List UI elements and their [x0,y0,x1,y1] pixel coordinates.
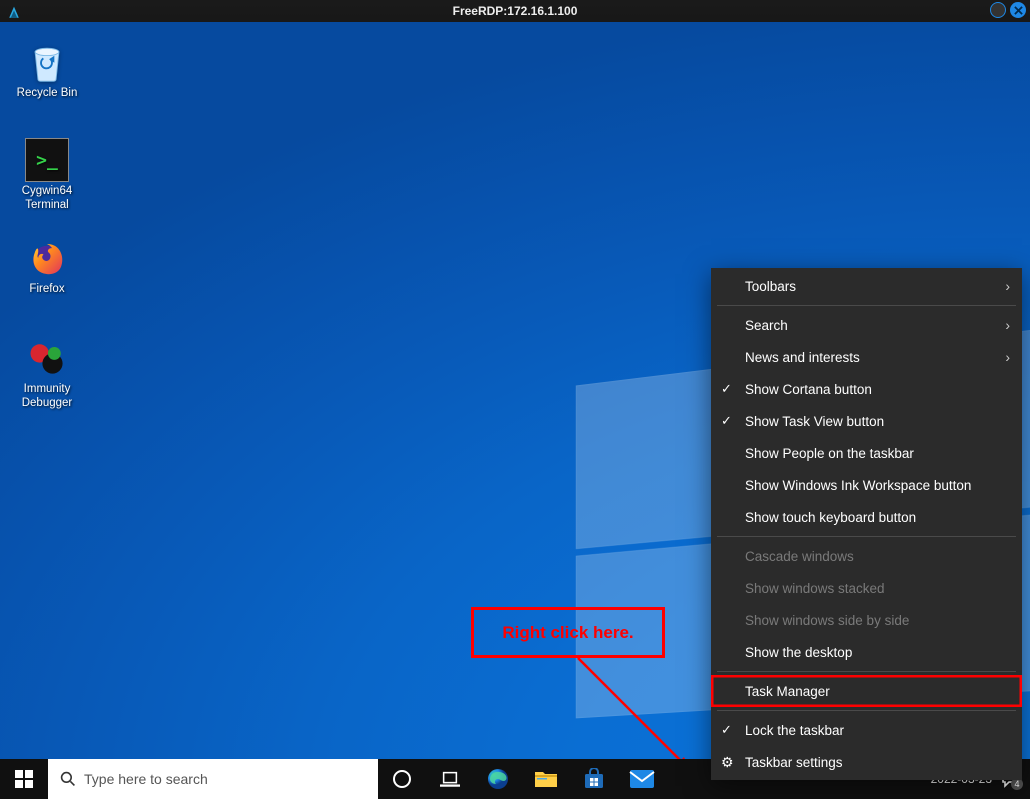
context-menu-item-label: Lock the taskbar [745,723,844,738]
freerdp-app-icon [4,1,24,21]
taskbar-pinned-apps [378,759,666,799]
context-menu-item-label: Show Windows Ink Workspace button [745,478,971,493]
context-menu-item-label: News and interests [745,350,860,365]
context-menu-item-task-manager[interactable]: Task Manager [711,675,1022,707]
context-menu-item-label: Cascade windows [745,549,854,564]
context-menu-separator [717,710,1016,711]
desktop-icon-label: Recycle Bin [17,86,78,100]
desktop-icon-label: Cygwin64 Terminal [9,184,85,213]
context-menu-item-show-windows-stacked: Show windows stacked [711,572,1022,604]
context-menu-item-label: Search [745,318,788,333]
context-menu-item-label: Show Task View button [745,414,884,429]
gear-icon: ⚙ [721,754,734,771]
mail-app[interactable] [618,759,666,799]
context-menu-item-news-and-interests[interactable]: News and interests › [711,341,1022,373]
context-menu-item-show-touch-keyboard-button[interactable]: Show touch keyboard button [711,501,1022,533]
firefox-icon [25,236,69,280]
chevron-right-icon: › [1005,349,1010,365]
taskbar-context-menu: Toolbars › Search › News and interests › ✓ Show… [711,268,1022,780]
context-menu-item-label: Show People on the taskbar [745,446,914,461]
check-icon: ✓ [721,722,732,738]
check-icon: ✓ [721,413,732,429]
context-menu-separator [717,305,1016,306]
context-menu-item-label: Show the desktop [745,645,852,660]
check-icon: ✓ [721,381,732,397]
start-button[interactable] [0,759,48,799]
immunity-icon [25,336,69,380]
chevron-right-icon: › [1005,317,1010,333]
context-menu-item-label: Show Cortana button [745,382,872,397]
file-explorer-app[interactable] [522,759,570,799]
search-icon [60,771,76,787]
context-menu-item-label: Task Manager [745,684,830,699]
microsoft-store-app[interactable] [570,759,618,799]
window-minimize-button[interactable] [990,2,1006,18]
search-placeholder: Type here to search [84,771,208,787]
context-menu-item-lock-the-taskbar[interactable]: ✓ Lock the taskbar [711,714,1022,746]
cygwin-icon: >_ [25,138,69,182]
desktop-icon-label: Firefox [29,282,64,296]
context-menu-item-label: Show windows stacked [745,581,885,596]
edge-app[interactable] [474,759,522,799]
context-menu-separator [717,671,1016,672]
context-menu-item-show-people-on-the-taskbar[interactable]: Show People on the taskbar [711,437,1022,469]
chevron-right-icon: › [1005,278,1010,294]
cortana-button[interactable] [378,759,426,799]
context-menu-item-show-cortana-button[interactable]: ✓ Show Cortana button [711,373,1022,405]
context-menu-item-label: Show windows side by side [745,613,909,628]
recycle-bin-icon [25,40,69,84]
desktop-icon-label: Immunity Debugger [9,382,85,411]
context-menu-separator [717,536,1016,537]
context-menu-item-label: Toolbars [745,279,796,294]
windows-desktop[interactable]: Recycle Bin >_ Cygwin64 Terminal Firefox [0,22,1030,799]
titlebar: FreeRDP:172.16.1.100 [0,0,1030,22]
context-menu-item-show-windows-ink-workspace-button[interactable]: Show Windows Ink Workspace button [711,469,1022,501]
context-menu-item-show-task-view-button[interactable]: ✓ Show Task View button [711,405,1022,437]
window-close-button[interactable] [1010,2,1026,18]
desktop-icon-firefox[interactable]: Firefox [9,236,85,296]
annotation-text: Right click here. [502,623,633,643]
desktop-icon-recycle-bin[interactable]: Recycle Bin [9,40,85,100]
context-menu-item-toolbars[interactable]: Toolbars › [711,270,1022,302]
context-menu-item-label: Show touch keyboard button [745,510,916,525]
desktop-icon-cygwin[interactable]: >_ Cygwin64 Terminal [9,138,85,213]
window-title: FreeRDP:172.16.1.100 [0,4,1030,18]
taskbar-search-box[interactable]: Type here to search [48,759,378,799]
desktop-icon-immunity[interactable]: Immunity Debugger [9,336,85,411]
annotation-callout: Right click here. [471,607,665,658]
context-menu-item-show-windows-side-by-side: Show windows side by side [711,604,1022,636]
context-menu-item-taskbar-settings[interactable]: ⚙ Taskbar settings [711,746,1022,778]
context-menu-item-cascade-windows: Cascade windows [711,540,1022,572]
taskview-button[interactable] [426,759,474,799]
context-menu-item-show-the-desktop[interactable]: Show the desktop [711,636,1022,668]
context-menu-item-label: Taskbar settings [745,755,843,770]
context-menu-item-search[interactable]: Search › [711,309,1022,341]
